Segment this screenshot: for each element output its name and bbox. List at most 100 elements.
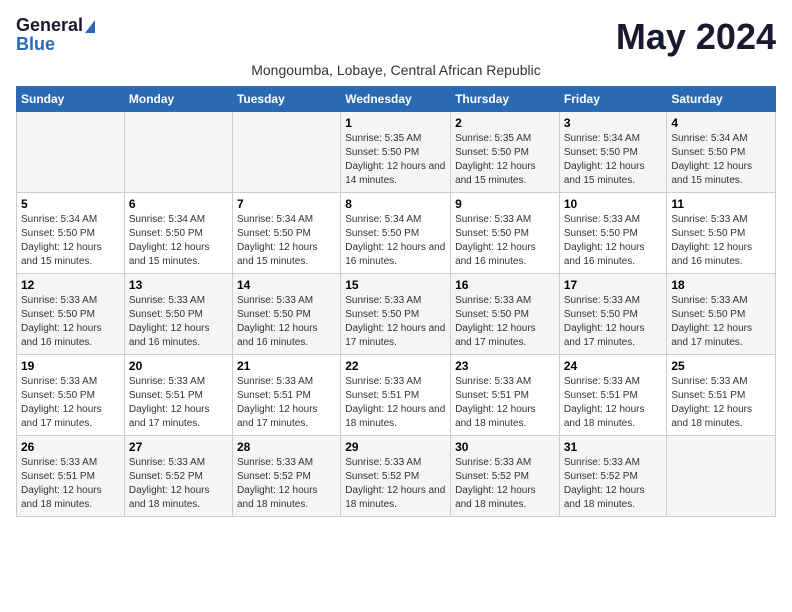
calendar-cell: 20 Sunrise: 5:33 AMSunset: 5:51 PMDayligh…	[124, 355, 232, 436]
calendar-body: 1 Sunrise: 5:35 AMSunset: 5:50 PMDaylight…	[17, 112, 776, 517]
logo-general: General	[16, 16, 95, 35]
day-number: 31	[564, 440, 663, 454]
day-number: 21	[237, 359, 336, 373]
day-number: 11	[671, 197, 771, 211]
calendar-subtitle: Mongoumba, Lobaye, Central African Repub…	[16, 62, 776, 78]
calendar-cell: 8 Sunrise: 5:34 AMSunset: 5:50 PMDaylight…	[341, 193, 451, 274]
day-number: 13	[129, 278, 228, 292]
calendar-cell: 14 Sunrise: 5:33 AMSunset: 5:50 PMDayligh…	[232, 274, 340, 355]
day-number: 3	[564, 116, 663, 130]
day-info: Sunrise: 5:33 AMSunset: 5:51 PMDaylight:…	[671, 375, 771, 431]
day-info: Sunrise: 5:33 AMSunset: 5:52 PMDaylight:…	[564, 456, 663, 512]
day-info: Sunrise: 5:34 AMSunset: 5:50 PMDaylight:…	[671, 132, 771, 188]
day-number: 22	[345, 359, 446, 373]
calendar-cell	[124, 112, 232, 193]
day-number: 10	[564, 197, 663, 211]
day-number: 9	[455, 197, 555, 211]
day-info: Sunrise: 5:33 AMSunset: 5:51 PMDaylight:…	[21, 456, 120, 512]
day-number: 2	[455, 116, 555, 130]
logo-blue-text: Blue	[16, 35, 95, 53]
day-info: Sunrise: 5:33 AMSunset: 5:50 PMDaylight:…	[671, 294, 771, 350]
day-number: 5	[21, 197, 120, 211]
weekday-header: Tuesday	[232, 87, 340, 112]
page-header: General Blue May 2024	[16, 16, 776, 58]
day-number: 24	[564, 359, 663, 373]
calendar-cell: 31 Sunrise: 5:33 AMSunset: 5:52 PMDayligh…	[559, 436, 667, 517]
day-info: Sunrise: 5:35 AMSunset: 5:50 PMDaylight:…	[345, 132, 446, 188]
calendar-cell: 16Sunrise: 5:33 AMSunset: 5:50 PMDayligh…	[451, 274, 560, 355]
calendar-cell: 22 Sunrise: 5:33 AMSunset: 5:51 PMDayligh…	[341, 355, 451, 436]
day-number: 28	[237, 440, 336, 454]
day-number: 30	[455, 440, 555, 454]
day-info: Sunrise: 5:34 AMSunset: 5:50 PMDaylight:…	[345, 213, 446, 269]
day-info: Sunrise: 5:33 AMSunset: 5:50 PMDaylight:…	[455, 294, 555, 350]
day-info: Sunrise: 5:33 AMSunset: 5:50 PMDaylight:…	[21, 294, 120, 350]
calendar-cell: 23Sunrise: 5:33 AMSunset: 5:51 PMDayligh…	[451, 355, 560, 436]
calendar-cell: 17Sunrise: 5:33 AMSunset: 5:50 PMDayligh…	[559, 274, 667, 355]
calendar-cell: 18 Sunrise: 5:33 AMSunset: 5:50 PMDayligh…	[667, 274, 776, 355]
calendar-week-row: 12 Sunrise: 5:33 AMSunset: 5:50 PMDayligh…	[17, 274, 776, 355]
day-info: Sunrise: 5:33 AMSunset: 5:51 PMDaylight:…	[564, 375, 663, 431]
day-info: Sunrise: 5:35 AMSunset: 5:50 PMDaylight:…	[455, 132, 555, 188]
logo: General Blue	[16, 16, 95, 53]
day-number: 29	[345, 440, 446, 454]
day-info: Sunrise: 5:33 AMSunset: 5:51 PMDaylight:…	[237, 375, 336, 431]
calendar-cell: 27 Sunrise: 5:33 AMSunset: 5:52 PMDayligh…	[124, 436, 232, 517]
day-number: 19	[21, 359, 120, 373]
day-number: 8	[345, 197, 446, 211]
calendar-header-row: SundayMondayTuesdayWednesdayThursdayFrid…	[17, 87, 776, 112]
weekday-header: Friday	[559, 87, 667, 112]
day-info: Sunrise: 5:33 AMSunset: 5:50 PMDaylight:…	[564, 213, 663, 269]
day-info: Sunrise: 5:34 AMSunset: 5:50 PMDaylight:…	[237, 213, 336, 269]
weekday-header: Saturday	[667, 87, 776, 112]
calendar-week-row: 19 Sunrise: 5:33 AMSunset: 5:50 PMDayligh…	[17, 355, 776, 436]
calendar-week-row: 1 Sunrise: 5:35 AMSunset: 5:50 PMDaylight…	[17, 112, 776, 193]
calendar-cell	[667, 436, 776, 517]
calendar-cell: 10 Sunrise: 5:33 AMSunset: 5:50 PMDayligh…	[559, 193, 667, 274]
day-info: Sunrise: 5:33 AMSunset: 5:52 PMDaylight:…	[129, 456, 228, 512]
calendar-cell: 24 Sunrise: 5:33 AMSunset: 5:51 PMDayligh…	[559, 355, 667, 436]
day-info: Sunrise: 5:34 AMSunset: 5:50 PMDaylight:…	[21, 213, 120, 269]
calendar-week-row: 26Sunrise: 5:33 AMSunset: 5:51 PMDayligh…	[17, 436, 776, 517]
day-info: Sunrise: 5:33 AMSunset: 5:50 PMDaylight:…	[564, 294, 663, 350]
calendar-table: SundayMondayTuesdayWednesdayThursdayFrid…	[16, 86, 776, 517]
day-info: Sunrise: 5:33 AMSunset: 5:51 PMDaylight:…	[129, 375, 228, 431]
day-info: Sunrise: 5:33 AMSunset: 5:50 PMDaylight:…	[129, 294, 228, 350]
day-number: 6	[129, 197, 228, 211]
day-info: Sunrise: 5:34 AMSunset: 5:50 PMDaylight:…	[564, 132, 663, 188]
calendar-cell: 9 Sunrise: 5:33 AMSunset: 5:50 PMDaylight…	[451, 193, 560, 274]
calendar-cell: 5 Sunrise: 5:34 AMSunset: 5:50 PMDaylight…	[17, 193, 125, 274]
calendar-cell: 28 Sunrise: 5:33 AMSunset: 5:52 PMDayligh…	[232, 436, 340, 517]
calendar-cell: 3 Sunrise: 5:34 AMSunset: 5:50 PMDaylight…	[559, 112, 667, 193]
weekday-header: Thursday	[451, 87, 560, 112]
weekday-header: Sunday	[17, 87, 125, 112]
day-number: 27	[129, 440, 228, 454]
calendar-week-row: 5 Sunrise: 5:34 AMSunset: 5:50 PMDaylight…	[17, 193, 776, 274]
day-info: Sunrise: 5:33 AMSunset: 5:51 PMDaylight:…	[455, 375, 555, 431]
day-info: Sunrise: 5:33 AMSunset: 5:50 PMDaylight:…	[455, 213, 555, 269]
calendar-cell: 6Sunrise: 5:34 AMSunset: 5:50 PMDaylight…	[124, 193, 232, 274]
calendar-cell: 19 Sunrise: 5:33 AMSunset: 5:50 PMDayligh…	[17, 355, 125, 436]
day-number: 4	[671, 116, 771, 130]
day-number: 12	[21, 278, 120, 292]
calendar-cell	[232, 112, 340, 193]
day-number: 25	[671, 359, 771, 373]
day-info: Sunrise: 5:33 AMSunset: 5:50 PMDaylight:…	[237, 294, 336, 350]
day-number: 20	[129, 359, 228, 373]
weekday-header: Monday	[124, 87, 232, 112]
day-number: 18	[671, 278, 771, 292]
calendar-cell: 21 Sunrise: 5:33 AMSunset: 5:51 PMDayligh…	[232, 355, 340, 436]
day-number: 15	[345, 278, 446, 292]
calendar-cell: 11Sunrise: 5:33 AMSunset: 5:50 PMDayligh…	[667, 193, 776, 274]
day-info: Sunrise: 5:33 AMSunset: 5:52 PMDaylight:…	[455, 456, 555, 512]
day-info: Sunrise: 5:33 AMSunset: 5:50 PMDaylight:…	[21, 375, 120, 431]
day-info: Sunrise: 5:33 AMSunset: 5:52 PMDaylight:…	[345, 456, 446, 512]
calendar-cell: 1 Sunrise: 5:35 AMSunset: 5:50 PMDaylight…	[341, 112, 451, 193]
day-info: Sunrise: 5:33 AMSunset: 5:51 PMDaylight:…	[345, 375, 446, 431]
day-number: 14	[237, 278, 336, 292]
day-number: 1	[345, 116, 446, 130]
calendar-cell: 13 Sunrise: 5:33 AMSunset: 5:50 PMDayligh…	[124, 274, 232, 355]
weekday-header: Wednesday	[341, 87, 451, 112]
day-info: Sunrise: 5:33 AMSunset: 5:52 PMDaylight:…	[237, 456, 336, 512]
calendar-cell: 4 Sunrise: 5:34 AMSunset: 5:50 PMDaylight…	[667, 112, 776, 193]
